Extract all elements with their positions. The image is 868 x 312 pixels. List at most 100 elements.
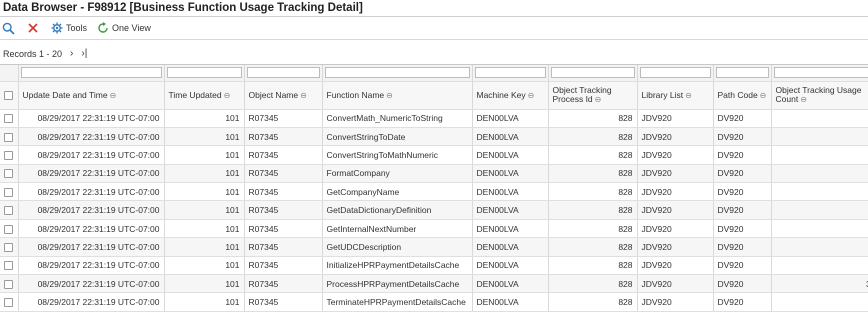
select-all-checkbox[interactable] xyxy=(4,90,13,100)
close-icon xyxy=(28,23,38,33)
table-cell: DEN00LVA xyxy=(472,256,549,276)
sort-icon[interactable]: ⊖ xyxy=(386,91,393,100)
filter-input-time-updated[interactable] xyxy=(166,66,242,78)
one-view-button[interactable]: One View xyxy=(97,22,151,34)
column-header[interactable]: Library List ⊖ xyxy=(637,81,714,110)
column-header[interactable]: Time Updated ⊖ xyxy=(164,81,245,110)
filter-input-path-code[interactable] xyxy=(715,66,769,78)
table-row[interactable]: 08/29/2017 22:31:19 UTC-07:00 101 R07345 In… xyxy=(0,256,868,276)
sort-icon[interactable]: ⊖ xyxy=(685,91,692,100)
table-cell: 828 xyxy=(548,200,638,220)
filter-input-object-name[interactable] xyxy=(246,66,320,78)
table-cell: 101 xyxy=(164,292,245,312)
table-cell: DEN00LVA xyxy=(472,237,549,257)
sort-icon[interactable]: ⊖ xyxy=(300,91,307,100)
table-cell: 08/29/2017 22:31:19 UTC-07:00 xyxy=(18,127,165,147)
table-cell: 08/29/2017 22:31:19 UTC-07:00 xyxy=(18,182,165,202)
table-cell: JDV920 xyxy=(637,256,714,276)
table-cell: 1 xyxy=(771,200,868,220)
table-cell: DV920 xyxy=(713,109,772,128)
table-cell: DV920 xyxy=(713,292,772,312)
filter-cell xyxy=(0,65,19,82)
table-cell: DEN00LVA xyxy=(472,219,549,239)
table-cell: JDV920 xyxy=(637,237,714,257)
table-row[interactable]: 08/29/2017 22:31:19 UTC-07:00 101 R07345 Te… xyxy=(0,292,868,312)
search-button[interactable] xyxy=(2,22,15,35)
sort-icon[interactable]: ⊖ xyxy=(800,95,807,104)
table-cell: R07345 xyxy=(244,256,323,276)
table-row[interactable]: 08/29/2017 22:31:19 UTC-07:00 101 R07345 Ge… xyxy=(0,182,868,202)
row-checkbox[interactable] xyxy=(4,243,14,253)
row-checkbox[interactable] xyxy=(4,187,14,197)
table-row[interactable]: 08/29/2017 22:31:19 UTC-07:00 101 R07345 Ge… xyxy=(0,200,868,220)
table-row[interactable]: 08/29/2017 22:31:19 UTC-07:00 101 R07345 Fo… xyxy=(0,164,868,184)
row-checkbox[interactable] xyxy=(4,151,14,161)
filter-cell xyxy=(548,65,638,82)
filter-input-machine-key[interactable] xyxy=(474,66,546,78)
table-cell: 828 xyxy=(548,256,638,276)
row-select-cell xyxy=(0,274,19,294)
column-header[interactable]: Function Name ⊖ xyxy=(322,81,473,110)
column-header[interactable]: Update Date and Time ⊖ xyxy=(18,81,165,110)
table-cell: GetInternalNextNumber xyxy=(322,219,473,239)
table-cell: DEN00LVA xyxy=(472,274,549,294)
table-cell: R07345 xyxy=(244,127,323,147)
sort-icon[interactable]: ⊖ xyxy=(110,91,117,100)
data-grid: Update Date and Time ⊖ Time Updated ⊖ Object… xyxy=(0,64,868,312)
column-header-label: Library List xyxy=(641,89,684,100)
filter-input-process-id[interactable] xyxy=(550,66,635,78)
filter-input-usage-count[interactable] xyxy=(773,66,868,78)
row-checkbox[interactable] xyxy=(4,132,14,142)
table-cell: JDV920 xyxy=(637,182,714,202)
column-header[interactable]: Machine Key ⊖ xyxy=(472,81,549,110)
row-checkbox[interactable] xyxy=(4,224,14,234)
table-cell: 2 xyxy=(771,127,868,147)
toolbar-divider xyxy=(0,39,868,40)
table-cell: R07345 xyxy=(244,274,323,294)
table-row[interactable]: 08/29/2017 22:31:19 UTC-07:00 101 R07345 Pr… xyxy=(0,274,868,294)
table-row[interactable]: 08/29/2017 22:31:19 UTC-07:00 101 R07345 Ge… xyxy=(0,237,868,257)
filter-input-function-name[interactable] xyxy=(324,66,470,78)
table-cell: ConvertStringToMathNumeric xyxy=(322,145,473,165)
table-row[interactable]: 08/29/2017 22:31:19 UTC-07:00 101 R07345 Co… xyxy=(0,145,868,165)
next-page-icon[interactable]: › xyxy=(70,48,73,59)
table-cell: JDV920 xyxy=(637,292,714,312)
table-cell: JDV920 xyxy=(637,200,714,220)
table-row[interactable]: 08/29/2017 22:31:19 UTC-07:00 101 R07345 Ge… xyxy=(0,219,868,239)
sort-icon[interactable]: ⊖ xyxy=(528,91,535,100)
table-cell: R07345 xyxy=(244,292,323,312)
table-cell: FormatCompany xyxy=(322,164,473,184)
sort-icon[interactable]: ⊖ xyxy=(760,91,767,100)
row-checkbox[interactable] xyxy=(4,298,14,308)
cancel-button[interactable] xyxy=(27,22,39,34)
row-checkbox[interactable] xyxy=(4,279,14,289)
last-page-icon[interactable]: ›| xyxy=(81,48,87,59)
tools-button[interactable]: Tools xyxy=(51,22,87,34)
row-select-cell xyxy=(0,292,19,312)
table-cell: 08/29/2017 22:31:19 UTC-07:00 xyxy=(18,109,165,128)
column-header[interactable]: Object Tracking Process Id ⊖ xyxy=(548,81,638,110)
column-header[interactable]: Path Code ⊖ xyxy=(713,81,772,110)
filter-input-library-list[interactable] xyxy=(639,66,711,78)
row-checkbox[interactable] xyxy=(4,206,14,216)
row-checkbox[interactable] xyxy=(4,114,14,124)
table-row[interactable]: 08/29/2017 22:31:19 UTC-07:00 101 R07345 Co… xyxy=(0,109,868,128)
table-cell: DV920 xyxy=(713,274,772,294)
row-checkbox[interactable] xyxy=(4,261,14,271)
filter-input-update-date[interactable] xyxy=(20,66,162,78)
filter-cell xyxy=(713,65,772,82)
column-header[interactable]: Object Name ⊖ xyxy=(244,81,323,110)
table-cell: ProcessHPRPaymentDetailsCache xyxy=(322,274,473,294)
table-cell: DV920 xyxy=(713,219,772,239)
table-cell: R07345 xyxy=(244,145,323,165)
table-cell: JDV920 xyxy=(637,127,714,147)
filter-cell xyxy=(322,65,473,82)
table-row[interactable]: 08/29/2017 22:31:19 UTC-07:00 101 R07345 Co… xyxy=(0,127,868,147)
column-header-label: Object Tracking Usage Count xyxy=(775,85,862,104)
table-cell: JDV920 xyxy=(637,219,714,239)
sort-icon[interactable]: ⊖ xyxy=(595,95,602,104)
row-checkbox[interactable] xyxy=(4,169,14,179)
column-header[interactable]: Object Tracking Usage Count ⊖ xyxy=(771,81,868,110)
sort-icon[interactable]: ⊖ xyxy=(224,91,231,100)
column-header-label: Function Name xyxy=(326,89,385,100)
